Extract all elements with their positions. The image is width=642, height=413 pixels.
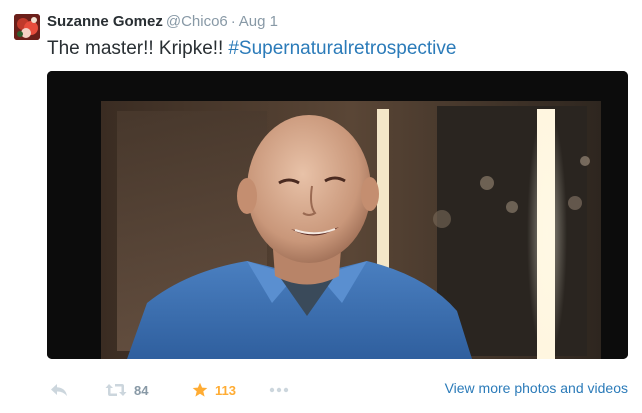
retweet-button[interactable]: 84 <box>105 378 148 402</box>
tweet-text: The master!! Kripke!! #Supernaturalretros… <box>47 37 456 61</box>
more-button[interactable] <box>269 378 289 402</box>
separator-dot: · <box>230 13 236 30</box>
tweet-timestamp[interactable]: Aug 1 <box>239 13 278 30</box>
tweet: Suzanne Gomez @Chico6 · Aug 1 The master!! … <box>0 0 642 413</box>
reply-arrow-icon <box>50 383 68 397</box>
user-handle[interactable]: @Chico6 <box>166 13 228 30</box>
tweet-photo[interactable] <box>47 71 628 359</box>
retweet-count: 84 <box>134 382 149 398</box>
favorite-button[interactable]: 113 <box>192 378 236 402</box>
retweet-icon <box>105 383 127 397</box>
avatar[interactable] <box>14 14 40 40</box>
ellipsis-icon <box>269 387 289 393</box>
reply-button[interactable] <box>50 378 68 402</box>
tweet-header: Suzanne Gomez @Chico6 · Aug 1 <box>47 13 278 31</box>
user-name[interactable]: Suzanne Gomez <box>47 13 163 30</box>
favorite-count: 113 <box>215 382 236 398</box>
view-more-photos-link[interactable]: View more photos and videos <box>445 380 628 396</box>
star-icon <box>192 382 208 398</box>
tweet-body: The master!! Kripke!! <box>47 38 224 59</box>
hashtag-link[interactable]: #Supernaturalretrospective <box>228 38 456 59</box>
tweet-actions: 84 113 View more photos and videos <box>47 378 628 402</box>
